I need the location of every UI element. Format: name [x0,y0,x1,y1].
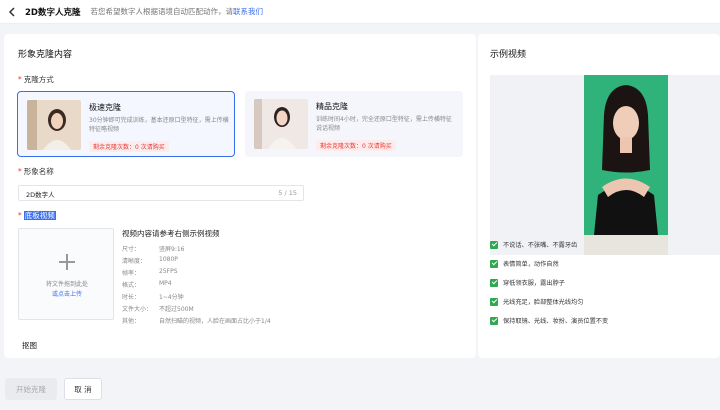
check-item: 穿低领衣服，露出脖子 [490,278,565,287]
mode-card-fast[interactable]: 极速克隆 30分钟即可完成训练，基本还原口型特征，需上传横特征略视频 剩余克隆次… [17,91,235,157]
spec-row: 格式： MP4 [122,280,172,289]
fast-clone-thumbnail [27,100,81,150]
matting-label: 抠图 [22,341,37,350]
page-title: 2D数字人克隆 [25,7,81,18]
video-label: * 底板视频 [18,211,56,220]
video-upload-dropzone[interactable]: 将文件拖到此处 或点击上传 [18,228,114,320]
example-video-title: 示例视频 [490,50,527,60]
name-value: 2D数字人 [26,191,55,199]
header-hint: 若您希望数字人根据语境自动匹配动作，请联系我们 [90,7,263,16]
premium-clone-thumbnail [254,99,308,149]
spec-row: 文件大小： 不超过500M [122,306,194,313]
quota-badge: 剩余克隆次数：0 次请购买 [316,140,396,151]
start-clone-button[interactable]: 开始克隆 [5,378,57,400]
mode-desc: 30分钟即可完成训练，基本还原口型特征，需上传横特征略视频 [89,117,229,133]
checkbox-icon [490,297,498,306]
checkbox-icon [490,278,498,287]
check-item: 表情简单，动作自然 [490,259,559,268]
quota-badge: 剩余克隆次数：0 次请购买 [89,141,169,152]
check-item: 光线充足，脸部整体光线均匀 [490,297,583,306]
checkbox-icon [490,259,498,268]
contact-us-link[interactable]: 联系我们 [233,7,263,16]
name-input[interactable]: 2D数字人 5 / 15 [18,185,304,201]
clone-method-label: * 克隆方式 [18,75,54,84]
example-video[interactable] [584,75,668,255]
spec-row: 时长： 1~4分钟 [122,294,184,301]
buy-link[interactable]: 次请购买 [141,144,165,151]
clone-content-panel: 形象克隆内容 * 克隆方式 极速克隆 30分钟即可完成训练，基本还原口型特征，需上… [4,34,476,358]
mode-name: 精品克隆 [316,102,348,111]
buy-link[interactable]: 次请购买 [368,143,392,150]
mode-card-premium[interactable]: 精品克隆 训练时间4小时，完全还原口型特征，需上传横特征说话视频 剩余克隆次数：… [245,91,463,157]
char-count: 5 / 15 [278,189,297,197]
section-title: 形象克隆内容 [18,50,73,60]
back-arrow-icon[interactable] [5,4,19,20]
check-item: 保持取镜、光线、妆扮、演员位置不变 [490,316,608,325]
spec-row: 清晰度： 1080P [122,256,178,265]
name-label: * 形象名称 [18,167,54,176]
upload-link[interactable]: 或点击上传 [19,289,115,298]
spec-row: 帧率： 25FPS [122,268,178,277]
check-item: 不说话、不张嘴、不露牙齿 [490,240,577,249]
requirements-title: 视频内容请参考右侧示例视频 [122,229,220,238]
checkbox-icon [490,240,498,249]
checkbox-icon [490,316,498,325]
mode-name: 极速克隆 [89,103,121,112]
mode-desc: 训练时间4小时，完全还原口型特征，需上传横特征说话视频 [316,116,452,132]
plus-icon [59,254,75,270]
upload-text: 将文件拖到此处 [45,281,88,288]
spec-row: 尺寸： 竖屏9:16 [122,246,185,253]
example-video-panel: 示例视频 不说话、不张嘴、不露牙齿 表情简单，动作自然 穿低领衣服，露出脖子 光… [478,34,720,358]
top-bar: 2D数字人克隆 若您希望数字人根据语境自动匹配动作，请联系我们 [0,0,720,24]
cancel-button[interactable]: 取 消 [64,378,102,400]
spec-row: 其他： 自然扫瞄的视频，人脸在画面占比小于1/4 [122,318,271,325]
